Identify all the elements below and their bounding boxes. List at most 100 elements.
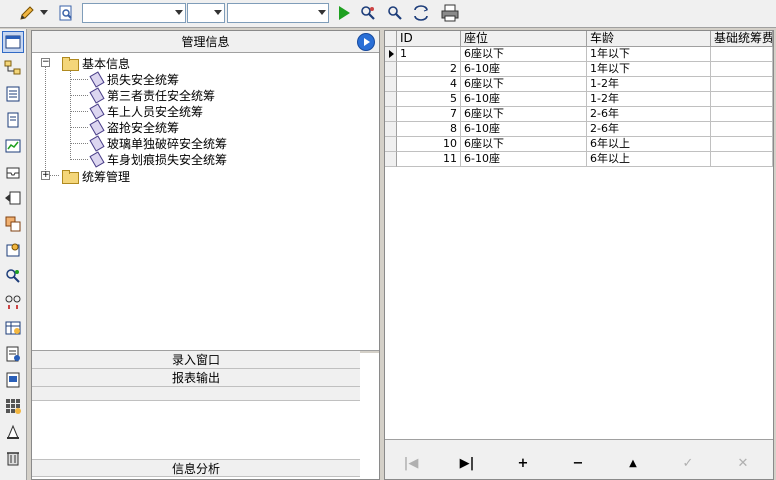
- export-icon[interactable]: [2, 187, 24, 209]
- settings-doc-icon[interactable]: [2, 239, 24, 261]
- record-navigator: |◀ ▶| + − ▲ ✓ ✕: [385, 439, 773, 479]
- module-icon-bar: [0, 29, 27, 480]
- link-icon[interactable]: [2, 291, 24, 313]
- cell-base-fee[interactable]: [711, 107, 773, 122]
- tree-item-third-party-liability[interactable]: 第三者责任安全统筹: [89, 87, 215, 103]
- tree-item-loss-coverage[interactable]: 损失安全统筹: [89, 71, 179, 87]
- filter-combo-2[interactable]: [187, 3, 225, 23]
- cell-id[interactable]: 1: [397, 47, 461, 62]
- nav-last-button[interactable]: ▶|: [455, 454, 479, 472]
- window-icon[interactable]: [2, 31, 24, 53]
- refresh-icon[interactable]: [410, 3, 432, 23]
- tree-collapse-toggle[interactable]: −: [41, 58, 50, 67]
- image-report-icon[interactable]: [2, 369, 24, 391]
- cell-base-fee[interactable]: [711, 92, 773, 107]
- cell-base-fee[interactable]: [711, 62, 773, 77]
- tree-expand-toggle[interactable]: +: [41, 171, 50, 180]
- nav-delete-button[interactable]: −: [566, 454, 590, 472]
- policy-doc-icon: [89, 120, 103, 134]
- nav-cancel-button[interactable]: ✕: [731, 454, 755, 472]
- info-analysis-section[interactable]: 信息分析: [32, 459, 360, 477]
- tree-folder-basic-info[interactable]: 基本信息: [62, 55, 130, 71]
- tree-item-glass-breakage[interactable]: 玻璃单独破碎安全统筹: [89, 135, 227, 151]
- nav-edit-button[interactable]: ▲: [621, 454, 645, 472]
- find-next-icon[interactable]: [384, 3, 406, 23]
- cell-base-fee[interactable]: [711, 77, 773, 92]
- cell-seats[interactable]: 6-10座: [461, 62, 587, 77]
- table-row[interactable]: 7 6座以下 2-6年: [385, 107, 773, 122]
- run-icon[interactable]: [333, 3, 355, 23]
- report-icon[interactable]: [2, 343, 24, 365]
- copy-icon[interactable]: [2, 213, 24, 235]
- cell-seats[interactable]: 6座以下: [461, 137, 587, 152]
- cell-seats[interactable]: 6-10座: [461, 152, 587, 167]
- cell-vehicle-age[interactable]: 6年以上: [587, 137, 711, 152]
- org-tree-icon[interactable]: [2, 57, 24, 79]
- cell-vehicle-age[interactable]: 2-6年: [587, 107, 711, 122]
- filter-combo-1[interactable]: [82, 3, 186, 23]
- cell-base-fee[interactable]: [711, 137, 773, 152]
- pencil-icon[interactable]: [16, 3, 38, 23]
- table-row[interactable]: 5 6-10座 1-2年: [385, 92, 773, 107]
- play-circle-icon[interactable]: [357, 33, 375, 51]
- print-icon[interactable]: [439, 3, 461, 23]
- policy-doc-icon: [89, 152, 103, 166]
- grid-header-id[interactable]: ID: [397, 31, 461, 47]
- table-row[interactable]: 10 6座以下 6年以上: [385, 137, 773, 152]
- grid-icon[interactable]: [2, 395, 24, 417]
- cell-id[interactable]: 4: [397, 77, 461, 92]
- cell-vehicle-age[interactable]: 2-6年: [587, 122, 711, 137]
- cell-vehicle-age[interactable]: 1-2年: [587, 92, 711, 107]
- cell-id[interactable]: 8: [397, 122, 461, 137]
- cell-base-fee[interactable]: [711, 152, 773, 167]
- cell-seats[interactable]: 6座以下: [461, 77, 587, 92]
- tree-item-passenger-coverage[interactable]: 车上人员安全统筹: [89, 103, 203, 119]
- tree-folder-label: 基本信息: [82, 56, 131, 71]
- nav-first-button[interactable]: |◀: [399, 454, 423, 472]
- table-edit-icon[interactable]: [2, 317, 24, 339]
- table-row[interactable]: 2 6-10座 1年以下: [385, 62, 773, 77]
- cell-base-fee[interactable]: [711, 122, 773, 137]
- table-row[interactable]: 11 6-10座 6年以上: [385, 152, 773, 167]
- trash-icon[interactable]: [2, 447, 24, 469]
- grid-header-vehicle-age[interactable]: 车龄: [587, 31, 711, 47]
- cell-id[interactable]: 10: [397, 137, 461, 152]
- user-search-icon[interactable]: [2, 265, 24, 287]
- cell-seats[interactable]: 6-10座: [461, 122, 587, 137]
- cell-seats[interactable]: 6座以下: [461, 47, 587, 62]
- list-icon[interactable]: [2, 83, 24, 105]
- grid-header-base-fee[interactable]: 基础统筹费: [711, 31, 773, 47]
- table-row[interactable]: 4 6座以下 1-2年: [385, 77, 773, 92]
- filter-combo-3[interactable]: [227, 3, 329, 23]
- cell-seats[interactable]: 6-10座: [461, 92, 587, 107]
- cell-id[interactable]: 2: [397, 62, 461, 77]
- table-row[interactable]: 8 6-10座 2-6年: [385, 122, 773, 137]
- report-output-section[interactable]: 报表输出: [32, 369, 360, 387]
- cell-base-fee[interactable]: [711, 47, 773, 62]
- nav-insert-button[interactable]: +: [511, 454, 535, 472]
- data-grid: ID 座位 车龄 基础统筹费 1 6座以下 1年以下 2 6-10座 1年以下 …: [384, 30, 774, 480]
- dropdown-arrow-icon[interactable]: [38, 3, 50, 23]
- find-people-icon[interactable]: [357, 3, 379, 23]
- tree-folder-coverage-management[interactable]: 统筹管理: [62, 168, 130, 184]
- cell-seats[interactable]: 6座以下: [461, 107, 587, 122]
- entry-window-section[interactable]: 录入窗口: [32, 351, 360, 369]
- cell-vehicle-age[interactable]: 1年以下: [587, 47, 711, 62]
- preview-search-icon[interactable]: [55, 3, 77, 23]
- cell-id[interactable]: 7: [397, 107, 461, 122]
- tree-item-body-scratch[interactable]: 车身划痕损失安全统筹: [89, 151, 227, 167]
- nav-post-button[interactable]: ✓: [676, 454, 700, 472]
- cell-id[interactable]: 11: [397, 152, 461, 167]
- chart-icon[interactable]: [2, 135, 24, 157]
- cell-id[interactable]: 5: [397, 92, 461, 107]
- cell-vehicle-age[interactable]: 1年以下: [587, 62, 711, 77]
- stamp-icon[interactable]: [2, 421, 24, 443]
- grid-header-seats[interactable]: 座位: [461, 31, 587, 47]
- management-panel: 管理信息 − 基本信息 损失安全统筹 第三者责任安全统筹 车上人员安全统筹 盗抢…: [31, 30, 380, 480]
- cell-vehicle-age[interactable]: 1-2年: [587, 77, 711, 92]
- inbox-icon[interactable]: [2, 161, 24, 183]
- cell-vehicle-age[interactable]: 6年以上: [587, 152, 711, 167]
- document-icon[interactable]: [2, 109, 24, 131]
- tree-item-theft-coverage[interactable]: 盗抢安全统筹: [89, 119, 179, 135]
- table-row[interactable]: 1 6座以下 1年以下: [385, 47, 773, 62]
